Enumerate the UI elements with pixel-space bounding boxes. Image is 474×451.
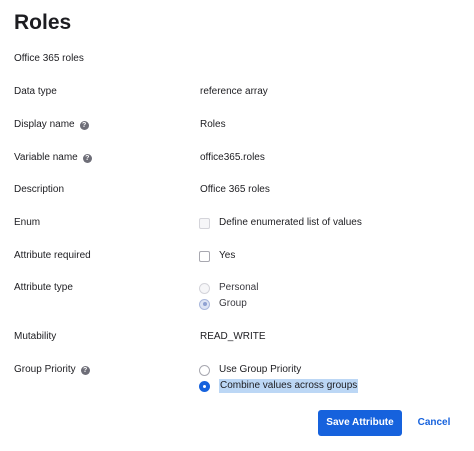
- save-attribute-button[interactable]: Save Attribute: [318, 410, 402, 436]
- mutability-value: READ_WRITE: [200, 331, 266, 342]
- enum-label-text: Enum: [14, 217, 41, 228]
- attribute-type-personal-option[interactable]: Personal: [199, 281, 258, 295]
- attribute-required-checkbox[interactable]: [199, 250, 210, 262]
- attribute-required-label-text: Attribute required: [14, 250, 91, 261]
- cancel-button[interactable]: Cancel: [412, 410, 456, 436]
- attribute-required-option[interactable]: Yes: [199, 249, 235, 263]
- display-name-label-text: Display name: [14, 119, 75, 130]
- group-priority-use-label: Use Group Priority: [219, 364, 302, 375]
- mutability-label: Mutability: [14, 330, 56, 344]
- data-type-value: reference array: [200, 86, 268, 97]
- data-type-label: Data type: [14, 85, 57, 99]
- display-name-value: Roles: [200, 119, 226, 130]
- help-icon[interactable]: ?: [80, 365, 90, 375]
- help-icon[interactable]: ?: [82, 153, 92, 163]
- enum-checkbox[interactable]: [199, 217, 210, 229]
- group-priority-combine-option[interactable]: Combine values across groups: [199, 379, 359, 393]
- enum-option-label: Define enumerated list of values: [219, 217, 362, 228]
- group-priority-label-text: Group Priority: [14, 364, 76, 375]
- display-name-label: Display name ?: [14, 118, 89, 132]
- attribute-type-personal-radio[interactable]: [199, 282, 210, 294]
- variable-name-label-text: Variable name: [14, 152, 78, 163]
- description-label: Description: [14, 183, 64, 197]
- attribute-required-label: Attribute required: [14, 249, 91, 263]
- group-priority-label: Group Priority ?: [14, 363, 90, 377]
- group-priority-use-option[interactable]: Use Group Priority: [199, 363, 301, 377]
- help-icon[interactable]: ?: [79, 120, 89, 130]
- variable-name-label: Variable name ?: [14, 151, 92, 165]
- mutability-label-text: Mutability: [14, 331, 57, 342]
- enum-option[interactable]: Define enumerated list of values: [199, 216, 362, 230]
- group-priority-combine-radio[interactable]: [199, 380, 210, 392]
- attribute-required-option-label: Yes: [219, 250, 236, 261]
- description-value: Office 365 roles: [200, 184, 270, 195]
- page-title: Roles: [14, 11, 72, 34]
- variable-name-value: office365.roles: [200, 152, 265, 163]
- attribute-type-group-label: Group: [219, 298, 247, 309]
- attribute-type-label-text: Attribute type: [14, 282, 73, 293]
- attribute-type-group-radio[interactable]: [199, 298, 210, 310]
- attribute-subtitle: Office 365 roles: [14, 53, 84, 64]
- enum-label: Enum: [14, 216, 40, 230]
- attribute-type-group-option[interactable]: Group: [199, 297, 247, 311]
- data-type-label-text: Data type: [14, 86, 57, 97]
- attribute-type-label: Attribute type: [14, 281, 73, 295]
- description-label-text: Description: [14, 184, 65, 195]
- attribute-type-personal-label: Personal: [219, 282, 259, 293]
- group-priority-combine-label: Combine values across groups: [219, 379, 359, 393]
- group-priority-use-radio[interactable]: [199, 364, 210, 376]
